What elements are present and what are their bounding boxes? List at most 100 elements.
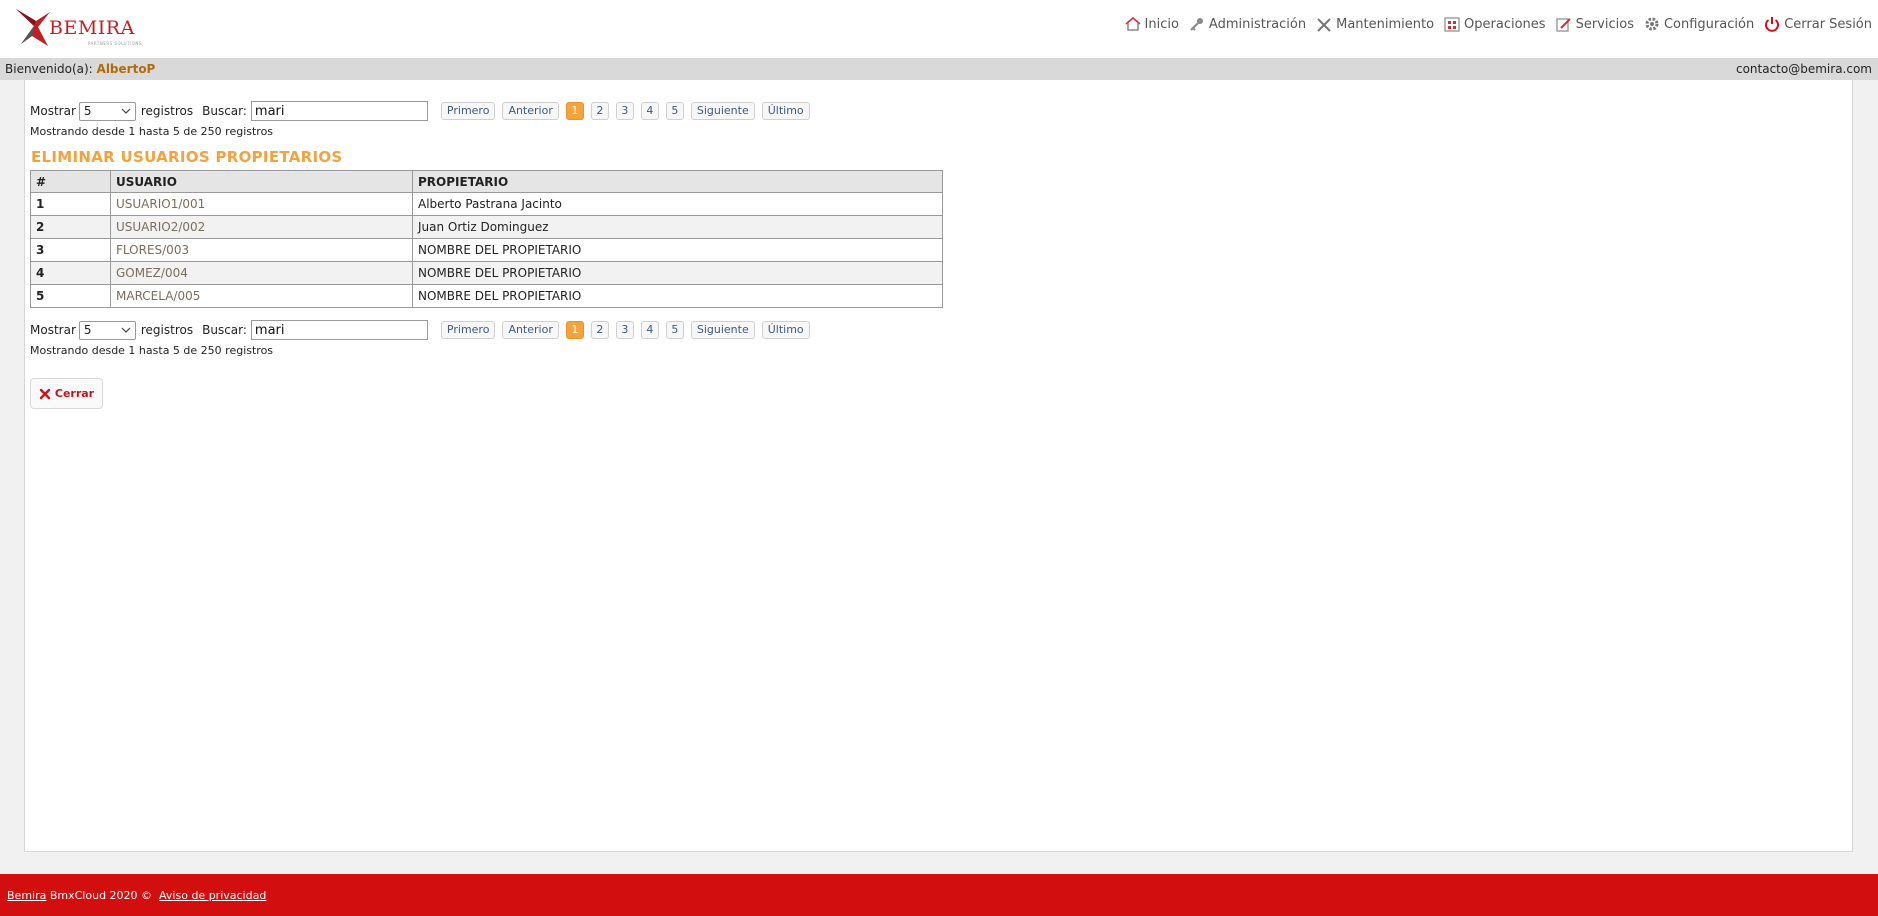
pager-prev-button[interactable]: Anterior — [502, 321, 559, 339]
chevron-down-icon — [121, 327, 131, 333]
chevron-down-icon — [121, 108, 131, 114]
row-usuario[interactable]: MARCELA/005 — [110, 284, 413, 308]
gear-icon — [1645, 17, 1659, 31]
power-icon — [1765, 17, 1780, 32]
row-propietario: NOMBRE DEL PROPIETARIO — [412, 284, 943, 308]
edit-icon — [1555, 17, 1571, 32]
table-row[interactable]: 4 GOMEZ/004 NOMBRE DEL PROPIETARIO — [30, 261, 943, 285]
welcome-prefix: Bienvenido(a): — [5, 62, 93, 76]
row-propietario: NOMBRE DEL PROPIETARIO — [412, 261, 943, 285]
footer-content: Bemira BmxCloud 2020 © Aviso de privacid… — [7, 889, 266, 902]
table-row[interactable]: 3 FLORES/003 NOMBRE DEL PROPIETARIO — [30, 238, 943, 262]
bemira-logo[interactable]: BEMIRA PARTNERS SOLUTIONS — [10, 6, 142, 50]
owners-table: # USUARIO PROPIETARIO 1 USUARIO1/001 Alb… — [30, 170, 943, 308]
row-num: 3 — [30, 238, 111, 262]
pager-page-1[interactable]: 1 — [565, 102, 584, 120]
records-info: Mostrando desde 1 hasta 5 de 250 registr… — [30, 344, 274, 357]
pager-page-2[interactable]: 2 — [590, 321, 609, 339]
pager-page-1[interactable]: 1 — [565, 321, 584, 339]
contact-email: contacto@bemira.com — [1735, 62, 1872, 76]
page-size-select[interactable]: 5 — [78, 320, 136, 340]
brand-name: BEMIRA — [49, 17, 135, 39]
row-num: 2 — [30, 215, 111, 239]
brand-tagline: PARTNERS SOLUTIONS — [88, 41, 142, 46]
table-row[interactable]: 1 USUARIO1/001 Alberto Pastrana Jacinto — [30, 192, 943, 216]
nav-configuracion[interactable]: Configuración — [1644, 16, 1754, 32]
search-input[interactable] — [250, 320, 428, 340]
pager-next-button[interactable]: Siguiente — [690, 321, 755, 339]
nav-cerrar-sesion-label: Cerrar Sesión — [1784, 16, 1872, 32]
header: BEMIRA PARTNERS SOLUTIONS Inicio Adminis… — [0, 0, 1878, 58]
pagination: Primero Anterior 1 2 3 4 5 Siguiente Últ… — [440, 102, 817, 120]
nav-configuracion-label: Configuración — [1663, 16, 1755, 32]
tools-icon — [1317, 17, 1331, 32]
pager-last-button[interactable]: Último — [761, 102, 810, 120]
row-num: 5 — [30, 284, 111, 308]
row-usuario[interactable]: USUARIO2/002 — [110, 215, 413, 239]
search-label: Buscar: — [202, 323, 247, 337]
key-icon — [1190, 17, 1203, 31]
row-usuario[interactable]: FLORES/003 — [110, 238, 413, 262]
pager-first-button[interactable]: Primero — [440, 321, 496, 339]
nav-inicio[interactable]: Inicio — [1124, 16, 1179, 32]
show-label: Mostrar — [30, 323, 76, 337]
home-icon — [1124, 17, 1141, 31]
search-input[interactable] — [250, 101, 428, 121]
nav-inicio-label: Inicio — [1144, 16, 1179, 32]
page-size-value: 5 — [83, 103, 92, 118]
row-propietario: NOMBRE DEL PROPIETARIO — [412, 238, 943, 262]
column-header-usuario[interactable]: USUARIO — [110, 170, 413, 193]
page-size-value: 5 — [83, 322, 92, 337]
show-label: Mostrar — [30, 104, 76, 118]
row-usuario[interactable]: GOMEZ/004 — [110, 261, 413, 285]
grid-icon — [1444, 16, 1460, 32]
table-row[interactable]: 5 MARCELA/005 NOMBRE DEL PROPIETARIO — [30, 284, 943, 308]
row-propietario: Juan Ortiz Dominguez — [412, 215, 943, 239]
nav-servicios-label: Servicios — [1575, 16, 1634, 32]
pagination: Primero Anterior 1 2 3 4 5 Siguiente Últ… — [440, 321, 817, 339]
nav-cerrar-sesion[interactable]: Cerrar Sesión — [1764, 16, 1872, 32]
row-num: 1 — [30, 192, 111, 216]
pager-next-button[interactable]: Siguiente — [690, 102, 755, 120]
column-header-propietario[interactable]: PROPIETARIO — [412, 170, 943, 193]
footer-brand-link[interactable]: Bemira — [7, 889, 46, 902]
top-controls: Mostrar 5 registros Buscar: Primero Ante… — [30, 101, 817, 121]
pager-page-3[interactable]: 3 — [615, 102, 634, 120]
page-title: ELIMINAR USUARIOS PROPIETARIOS — [31, 148, 343, 166]
records-info: Mostrando desde 1 hasta 5 de 250 registr… — [30, 125, 274, 138]
records-label: registros — [140, 323, 194, 337]
nav-mantenimiento-label: Mantenimiento — [1336, 16, 1435, 32]
nav-operaciones-label: Operaciones — [1464, 16, 1546, 32]
nav-administracion[interactable]: Administración — [1189, 17, 1306, 32]
page-size-select[interactable]: 5 — [78, 101, 136, 121]
close-button[interactable]: Cerrar — [30, 378, 103, 409]
nav-operaciones[interactable]: Operaciones — [1444, 17, 1546, 32]
row-usuario[interactable]: USUARIO1/001 — [110, 192, 413, 216]
bemira-logo-mark-icon — [16, 9, 50, 46]
close-icon — [39, 388, 51, 399]
content-panel: Mostrar 5 registros Buscar: Primero Ante… — [24, 80, 1853, 852]
close-button-label: Cerrar — [54, 387, 95, 400]
row-propietario: Alberto Pastrana Jacinto — [412, 192, 943, 216]
footer-text: BmxCloud 2020 © — [49, 889, 153, 902]
privacy-link[interactable]: Aviso de privacidad — [159, 889, 266, 902]
footer: Bemira BmxCloud 2020 © Aviso de privacid… — [0, 874, 1878, 916]
pager-last-button[interactable]: Último — [761, 321, 810, 339]
bottom-controls: Mostrar 5 registros Buscar: Primero Ante… — [30, 320, 817, 340]
table-row[interactable]: 2 USUARIO2/002 Juan Ortiz Dominguez — [30, 215, 943, 239]
search-label: Buscar: — [202, 104, 247, 118]
pager-page-4[interactable]: 4 — [640, 321, 659, 339]
pager-page-4[interactable]: 4 — [640, 102, 659, 120]
pager-page-5[interactable]: 5 — [665, 102, 684, 120]
welcome-user: AlbertoP — [96, 62, 156, 76]
pager-page-5[interactable]: 5 — [665, 321, 684, 339]
pager-first-button[interactable]: Primero — [440, 102, 496, 120]
pager-prev-button[interactable]: Anterior — [502, 102, 559, 120]
column-header-num[interactable]: # — [30, 170, 111, 193]
pager-page-3[interactable]: 3 — [615, 321, 634, 339]
pager-page-2[interactable]: 2 — [590, 102, 609, 120]
nav-mantenimiento[interactable]: Mantenimiento — [1316, 17, 1434, 32]
main-nav: Inicio Administración Mantenimiento Oper… — [1115, 16, 1872, 32]
nav-servicios[interactable]: Servicios — [1555, 16, 1634, 32]
welcome-message: Bienvenido(a): AlbertoP — [5, 58, 155, 80]
